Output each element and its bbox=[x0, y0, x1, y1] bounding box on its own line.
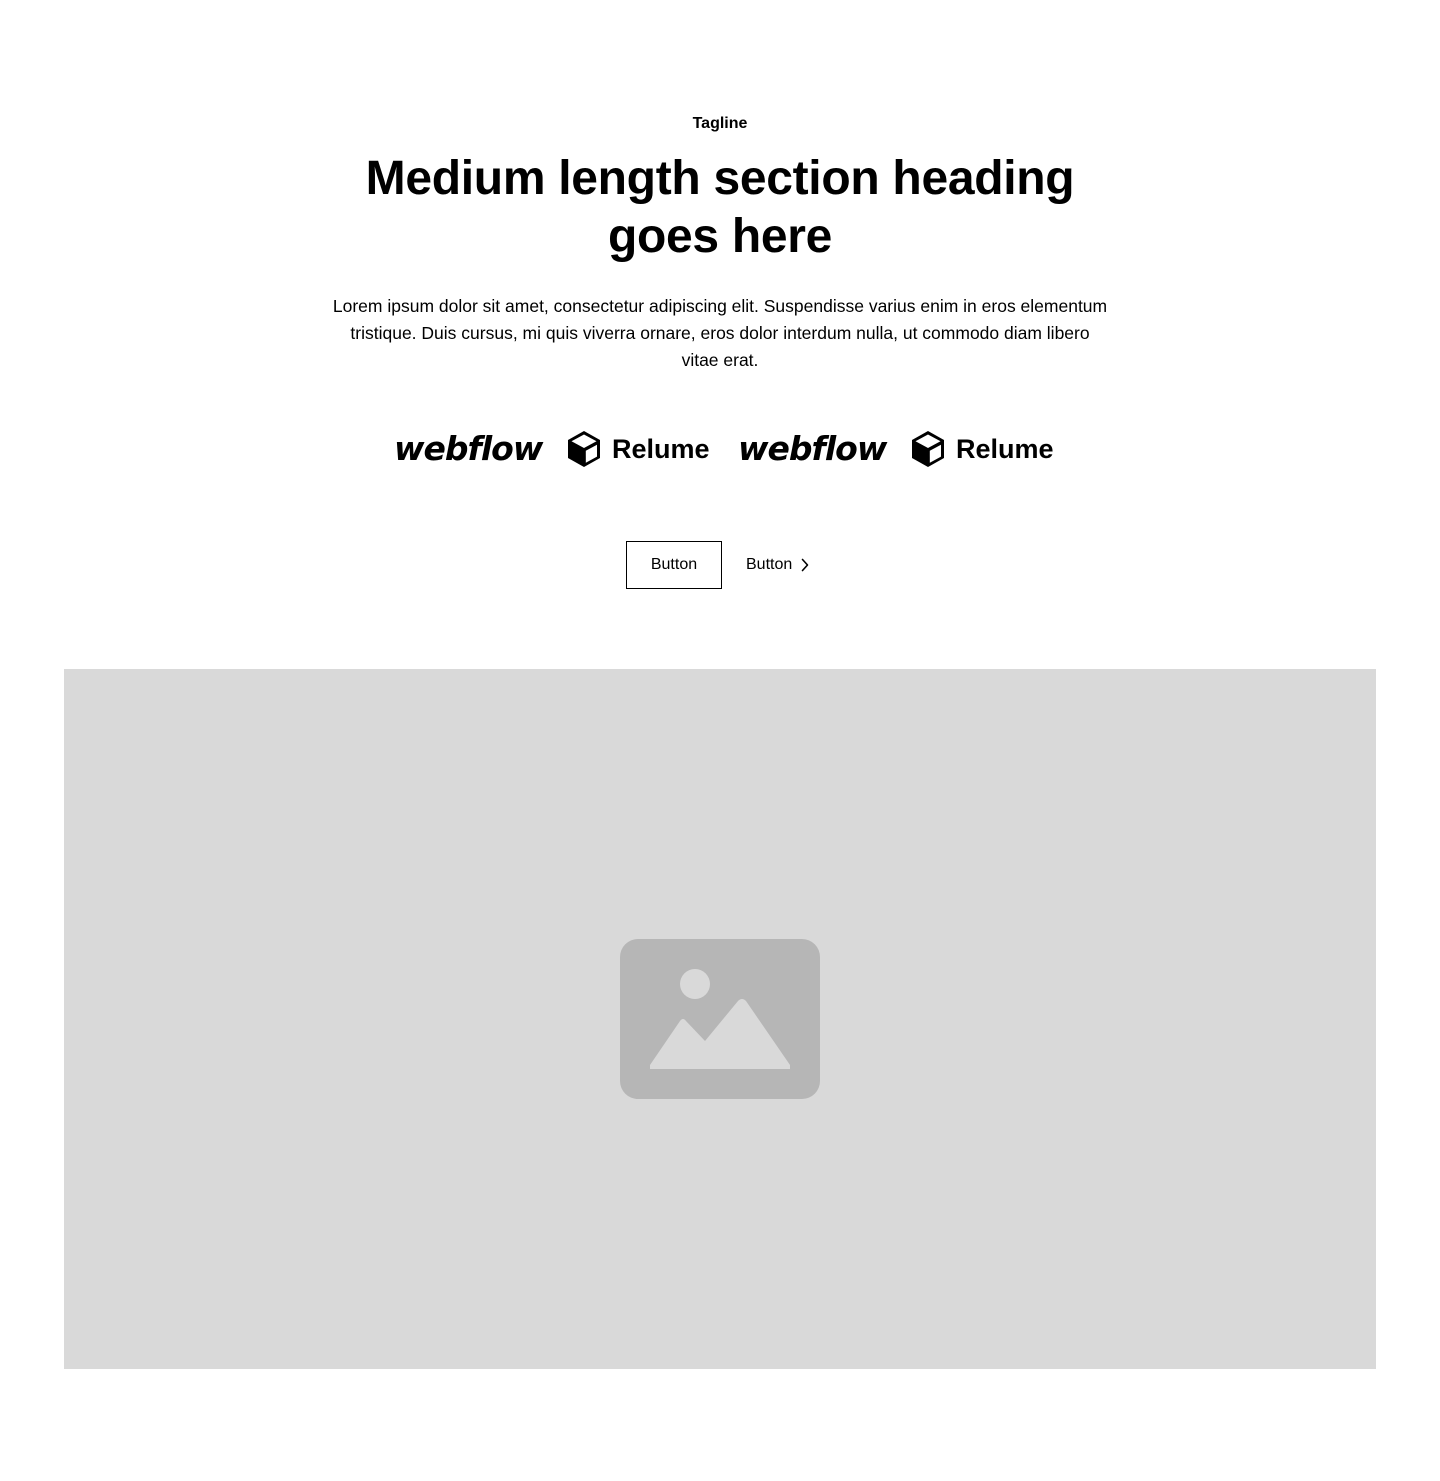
section-description: Lorem ipsum dolor sit amet, consectetur … bbox=[332, 296, 1108, 370]
logo-webflow-wordmark: webflow bbox=[738, 429, 887, 468]
link-button[interactable]: Button bbox=[746, 541, 810, 589]
secondary-button[interactable]: Button bbox=[626, 541, 722, 589]
logo-relume: Relume bbox=[566, 426, 710, 472]
logo-relume-wordmark: Relume bbox=[612, 434, 710, 464]
chevron-right-icon bbox=[801, 558, 809, 572]
section-heading: Medium length section heading goes here bbox=[365, 152, 1075, 263]
tagline: Tagline bbox=[692, 115, 748, 132]
header-section: Tagline Medium length section heading go… bbox=[0, 0, 1440, 1481]
link-button-label: Button bbox=[746, 556, 793, 573]
logo-relume-wordmark: Relume bbox=[956, 434, 1054, 464]
image-placeholder-icon bbox=[620, 939, 820, 1099]
cube-icon bbox=[568, 431, 600, 467]
logo-webflow: webflow bbox=[394, 426, 543, 472]
image-placeholder bbox=[64, 669, 1376, 1369]
cube-icon bbox=[912, 431, 944, 467]
logo-webflow-wordmark: webflow bbox=[394, 429, 543, 468]
logo-webflow: webflow bbox=[738, 426, 887, 472]
logo-strip: webflow Relume webflow Relume bbox=[394, 426, 1054, 472]
logo-relume: Relume bbox=[910, 426, 1054, 472]
